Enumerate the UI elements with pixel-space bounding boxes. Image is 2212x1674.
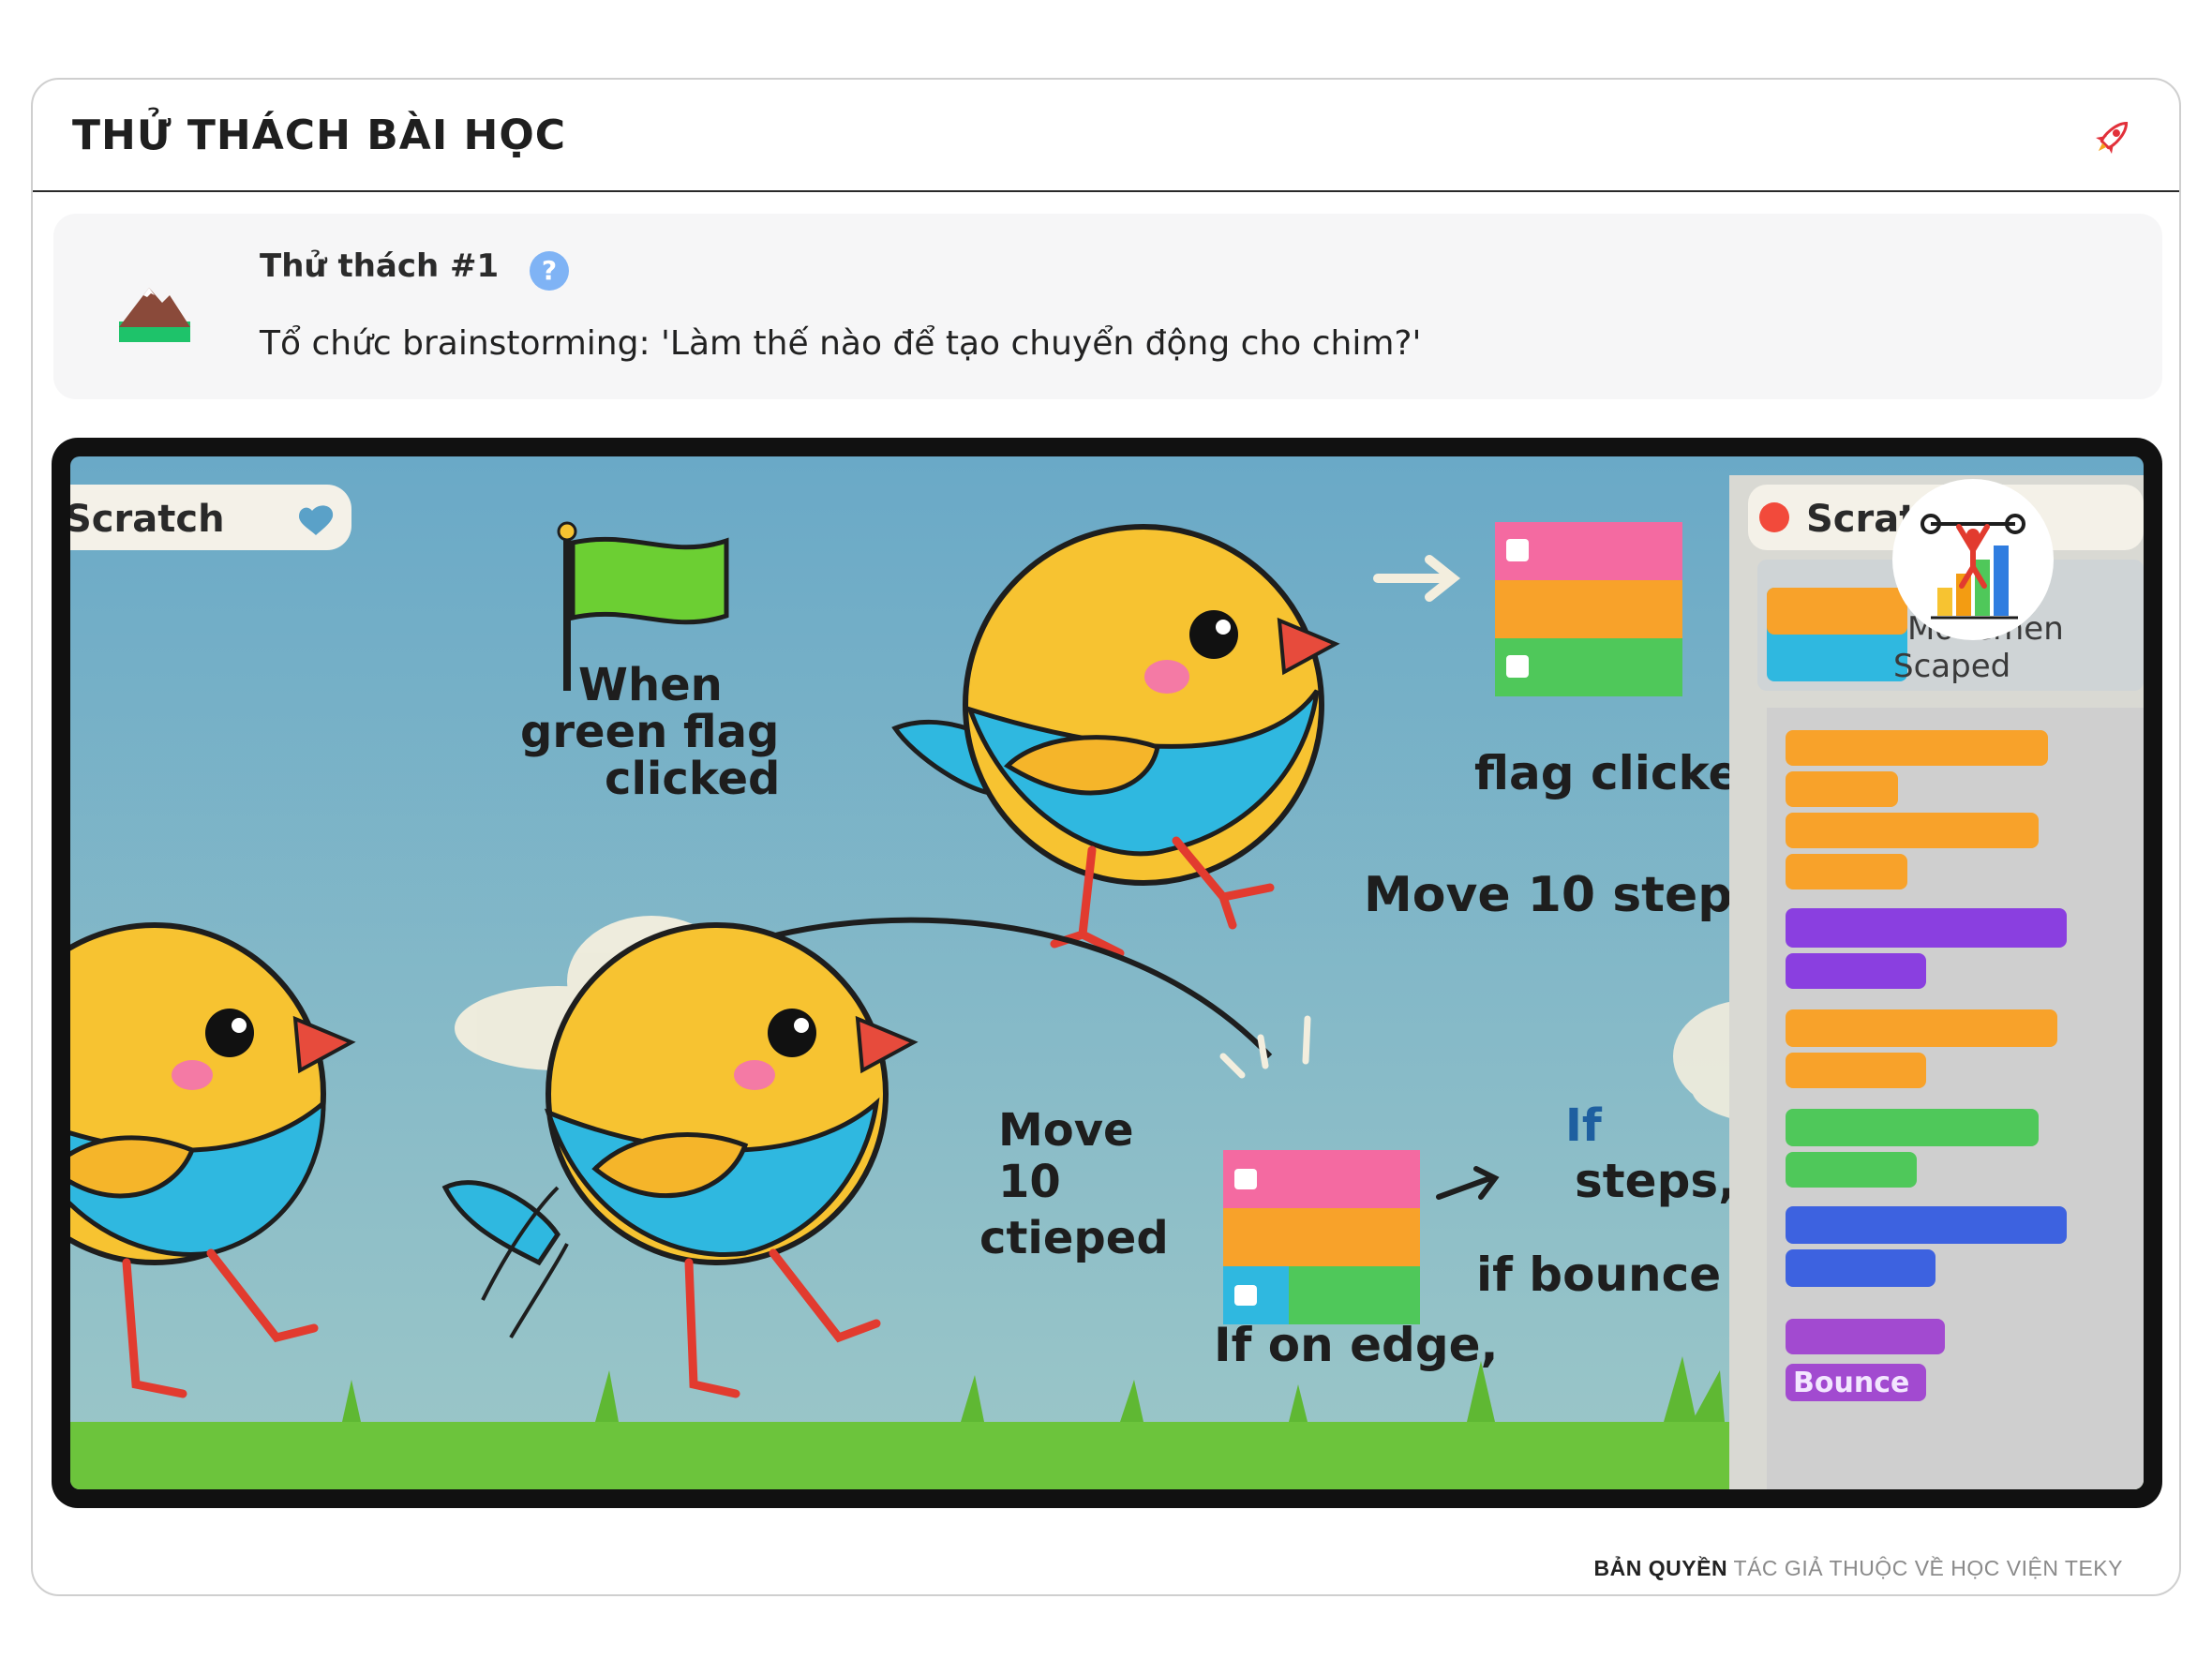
svg-text:flag clicked: flag clicked	[1474, 746, 1773, 800]
svg-text:Move: Move	[998, 1104, 1134, 1157]
scratch-bird-illustration: Scratch When green flag clicked flag cli…	[70, 456, 2144, 1489]
illustration-frame: Scratch When green flag clicked flag cli…	[52, 438, 2162, 1508]
weightlifter-chart-icon	[1892, 479, 2054, 640]
rocket-icon	[2096, 121, 2129, 154]
svg-text:When: When	[578, 659, 723, 711]
svg-text:if bounce: if bounce	[1476, 1248, 1721, 1302]
challenge-title: Thử thách #1	[260, 247, 500, 285]
svg-text:clicked: clicked	[605, 753, 780, 805]
svg-text:steps,: steps,	[1575, 1154, 1736, 1208]
svg-text:Scaped: Scaped	[1893, 648, 2010, 685]
challenge-box: Thử thách #1 ? Tổ chức brainstorming: 'L…	[53, 214, 2162, 399]
question-icon[interactable]: ?	[530, 251, 569, 291]
scratch-pill-left: Scratch	[70, 485, 351, 550]
page-title: THỬ THÁCH BÀI HỌC	[72, 112, 567, 159]
challenge-description: Tổ chức brainstorming: 'Làm thế nào để t…	[260, 324, 1422, 363]
svg-text:If: If	[1565, 1099, 1603, 1152]
svg-text:Scratch: Scratch	[70, 498, 225, 541]
mountain-icon	[119, 288, 190, 342]
svg-text:Bounce: Bounce	[1793, 1367, 1909, 1399]
lesson-challenge-card: THỬ THÁCH BÀI HỌC Thử thách #1 ? Tổ chức…	[31, 78, 2181, 1596]
card-header: THỬ THÁCH BÀI HỌC	[33, 80, 2179, 192]
svg-text:green flag: green flag	[520, 706, 779, 758]
copyright-footer: BẢN QUYỀN TÁC GIẢ THUỘC VỀ HỌC VIỆN TEKY	[1594, 1556, 2123, 1581]
svg-text:Move 10 steps: Move 10 steps	[1364, 867, 1761, 923]
code-block-stack	[1495, 522, 1682, 696]
copyright-light: TÁC GIẢ THUỘC VỀ HỌC VIỆN TEKY	[1733, 1556, 2123, 1580]
copyright-bold: BẢN QUYỀN	[1593, 1556, 1728, 1580]
svg-text:If on edge,: If on edge,	[1214, 1318, 1499, 1372]
code-block-stack-2	[1223, 1150, 1420, 1324]
svg-text:10: 10	[998, 1156, 1061, 1208]
svg-text:ctieped: ctieped	[979, 1212, 1169, 1264]
